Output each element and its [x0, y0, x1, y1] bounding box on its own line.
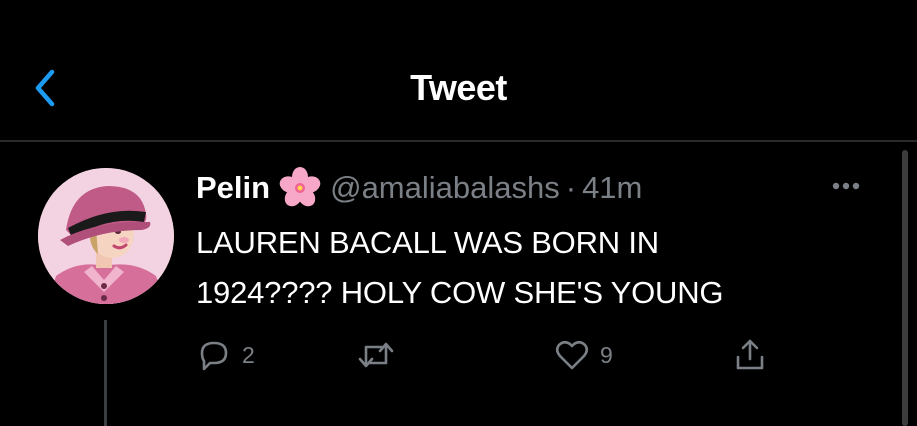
reply-button[interactable]: 2 [196, 335, 255, 375]
reply-icon [200, 341, 228, 371]
tweet-header: Pelin @amaliabalashs · 41m [196, 166, 642, 210]
avatar[interactable] [38, 168, 174, 304]
tweet-text-line: LAUREN BACALL WAS BORN IN [196, 225, 659, 260]
like-count: 9 [600, 341, 613, 368]
heart-icon [555, 340, 589, 370]
cherry-blossom-icon [278, 166, 322, 210]
top-bar: Tweet [0, 0, 917, 140]
scrollbar[interactable] [902, 150, 908, 426]
page-title: Tweet [410, 67, 507, 108]
retweet-icon [358, 342, 394, 368]
timestamp[interactable]: 41m [582, 170, 642, 206]
retweet-button[interactable] [356, 335, 406, 375]
reply-count: 2 [242, 341, 255, 368]
share-icon [736, 339, 764, 370]
separator-dot: · [565, 170, 577, 205]
more-horizontal-icon [832, 182, 860, 190]
header-divider [0, 140, 917, 142]
tweet-text-line: 1924???? HOLY COW SHE'S YOUNG [196, 275, 724, 310]
more-button[interactable] [818, 172, 874, 200]
avatar-illustration [38, 168, 174, 304]
like-button[interactable]: 9 [554, 335, 613, 375]
author-name[interactable]: Pelin [196, 170, 270, 206]
share-button[interactable] [732, 335, 768, 375]
tweet-actions: 2 9 [196, 335, 796, 379]
author-handle[interactable]: @amaliabalashs [330, 170, 560, 206]
thread-line [104, 320, 107, 426]
tweet-text: LAUREN BACALL WAS BORN IN 1924???? HOLY … [196, 218, 886, 318]
